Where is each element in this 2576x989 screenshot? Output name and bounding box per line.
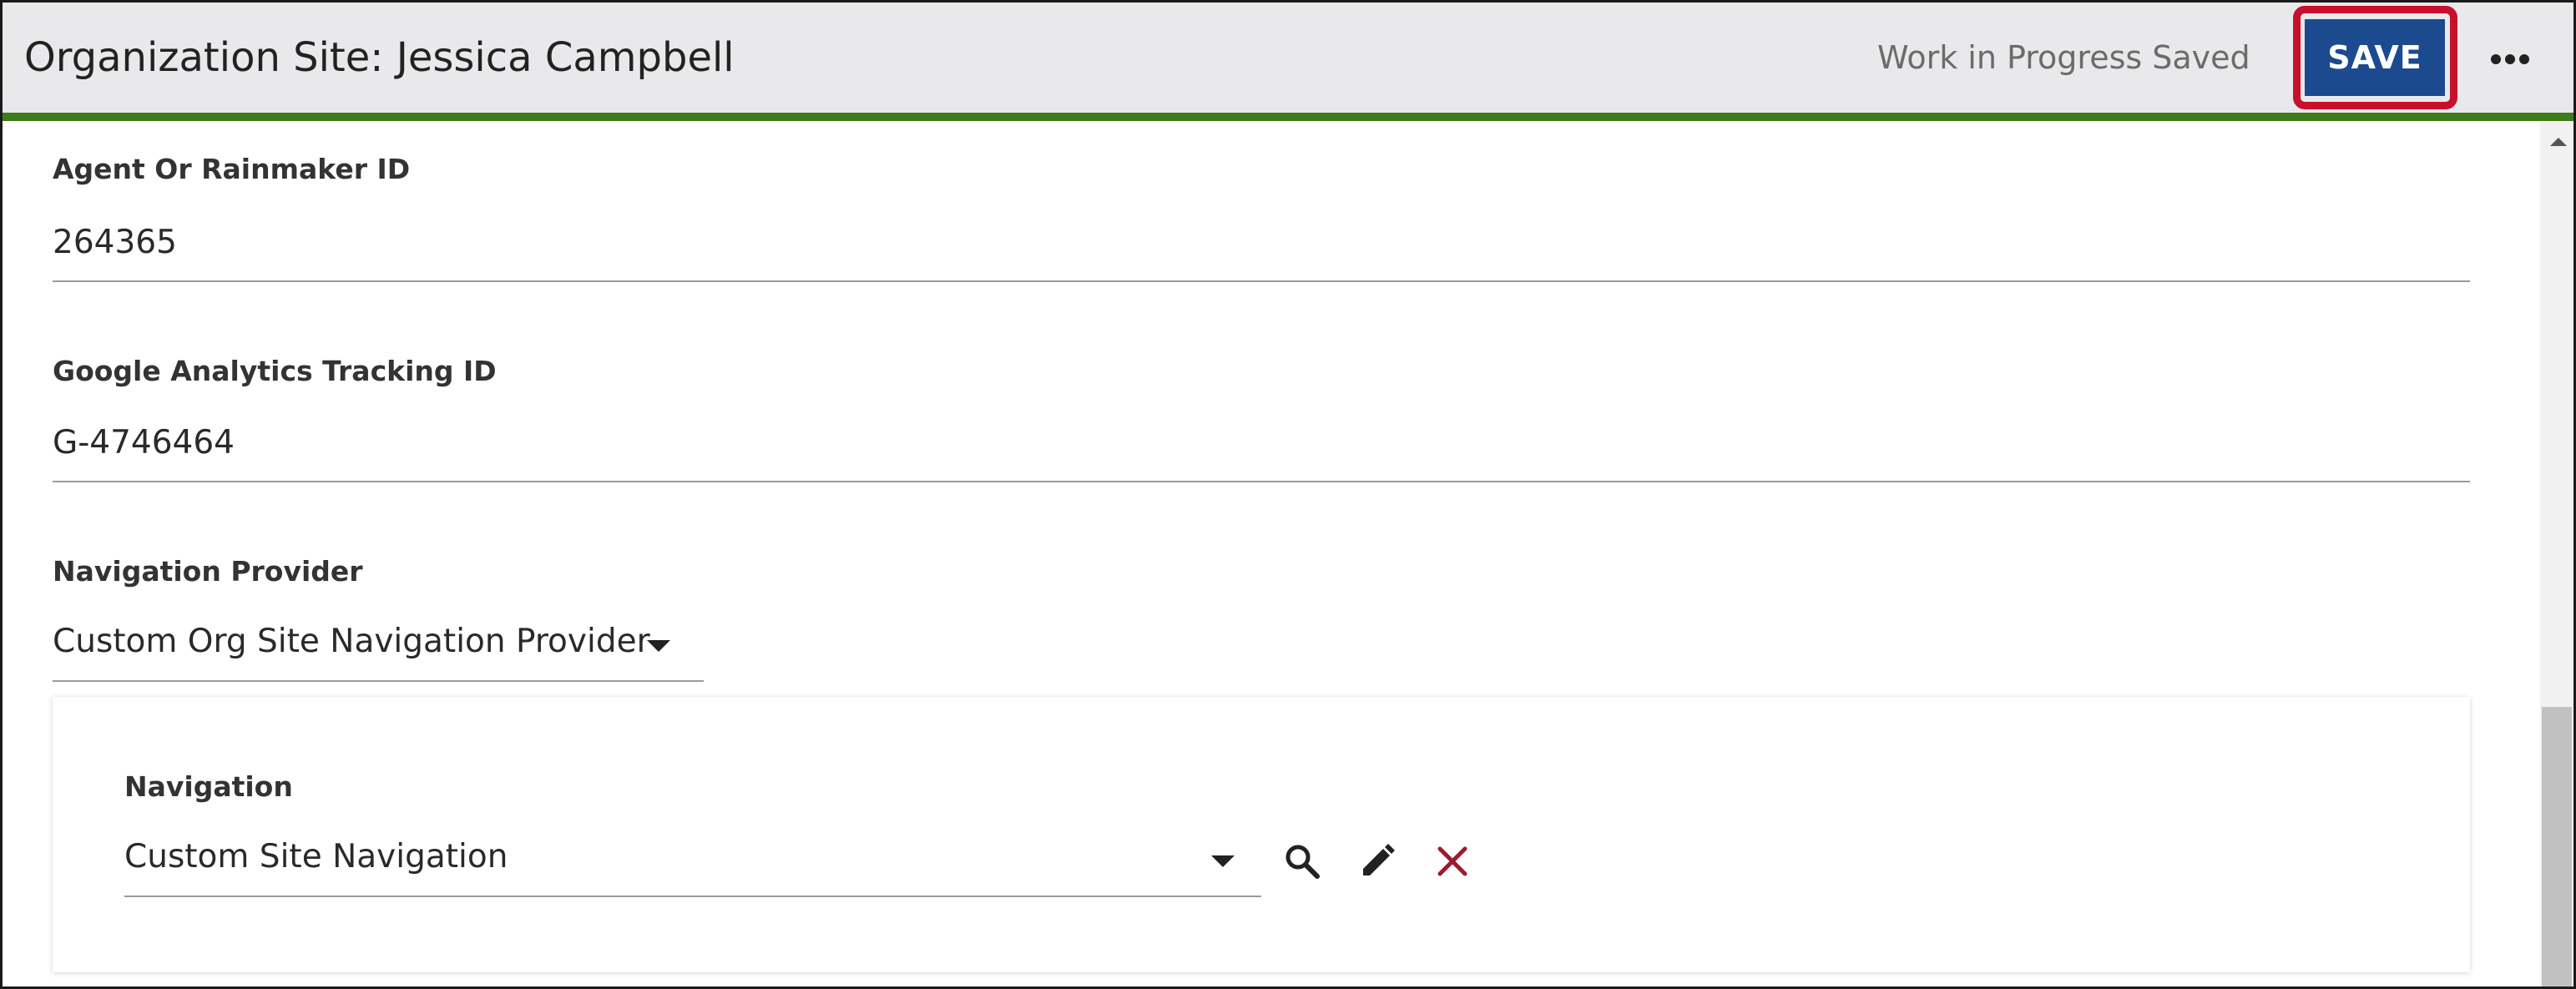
more-options-icon[interactable] bbox=[2487, 36, 2533, 83]
chevron-down-icon bbox=[647, 640, 670, 652]
ga-tracking-id-input[interactable]: G-4746464 bbox=[53, 423, 2470, 463]
ga-tracking-id-underline bbox=[53, 481, 2470, 482]
scroll-up-arrow-icon[interactable] bbox=[2550, 138, 2567, 146]
agent-id-underline bbox=[53, 280, 2470, 282]
navigation-provider-underline bbox=[53, 680, 704, 682]
scrollbar-thumb[interactable] bbox=[2542, 707, 2572, 986]
search-icon[interactable] bbox=[1278, 837, 1326, 886]
chevron-down-icon bbox=[1211, 855, 1235, 867]
header-accent-rule bbox=[3, 113, 2573, 121]
app-window: Organization Site: Jessica Campbell Work… bbox=[0, 0, 2576, 989]
navigation-provider-value: Custom Org Site Navigation Provider bbox=[53, 623, 650, 660]
clear-x-icon[interactable] bbox=[1428, 837, 1477, 886]
agent-id-label: Agent Or Rainmaker ID bbox=[53, 153, 411, 185]
edit-pencil-icon[interactable] bbox=[1353, 837, 1402, 886]
form-content: Agent Or Rainmaker ID 264365 Google Anal… bbox=[3, 121, 2540, 986]
navigation-card: Navigation Custom Site Navigation bbox=[53, 697, 2470, 972]
page-title: Organization Site: Jessica Campbell bbox=[24, 34, 735, 81]
navigation-provider-label: Navigation Provider bbox=[53, 555, 363, 588]
ga-tracking-id-label: Google Analytics Tracking ID bbox=[53, 355, 497, 387]
navigation-value: Custom Site Navigation bbox=[124, 838, 508, 875]
navigation-underline bbox=[124, 896, 1261, 897]
save-button[interactable]: SAVE bbox=[2305, 19, 2445, 96]
vertical-scrollbar[interactable] bbox=[2540, 121, 2573, 986]
navigation-provider-select[interactable]: Custom Org Site Navigation Provider bbox=[53, 613, 704, 680]
navigation-label: Navigation bbox=[124, 770, 293, 803]
page-header: Organization Site: Jessica Campbell Work… bbox=[3, 3, 2573, 113]
agent-id-input[interactable]: 264365 bbox=[53, 223, 2470, 263]
navigation-select[interactable]: Custom Site Navigation bbox=[124, 822, 1261, 892]
save-status-text: Work in Progress Saved bbox=[1877, 39, 2250, 76]
